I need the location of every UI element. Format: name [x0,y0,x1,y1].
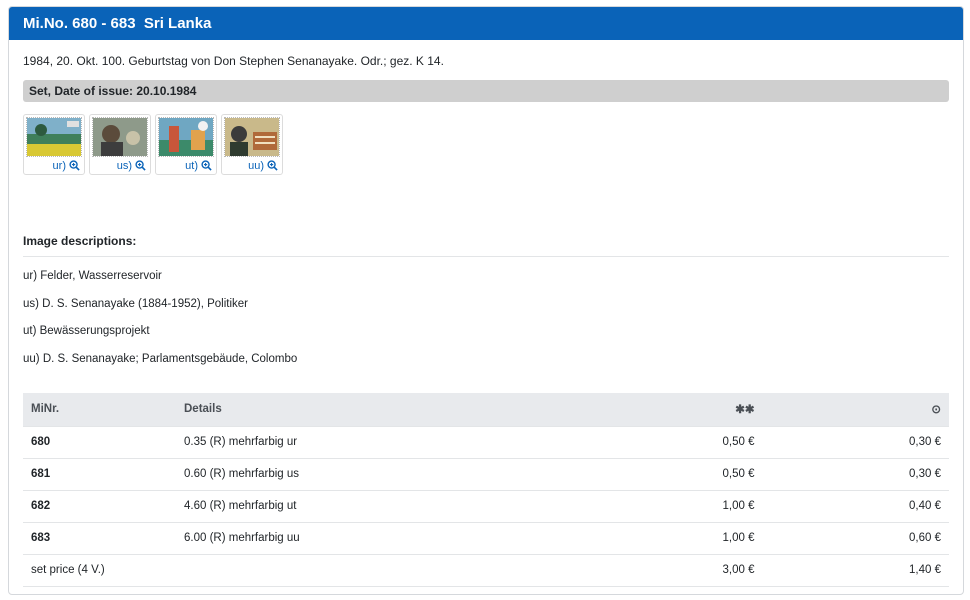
cell-minr: 680 [23,425,176,458]
price-table: MiNr. Details ✱✱ ⊙ 680 0.35 (R) mehrfarb… [23,393,949,587]
cell-details: 0.60 (R) mehrfarbig us [176,457,576,490]
stamp-thumbnail-ut[interactable]: ut) [155,114,217,175]
stamp-thumbnail-uu[interactable]: uu) [221,114,283,175]
image-description-item: ur) Felder, Wasserreservoir [23,270,162,282]
image-description-item: uu) D. S. Senanayake; Parlamentsgebäude,… [23,352,298,365]
divider [23,256,949,257]
thumbnail-label-ur: ur) [52,160,66,172]
header-used-icon: ⊙ [931,404,941,417]
set-price-row: set price (4 V.) 3,00 € 1,40 € [23,553,949,587]
stamp-thumbnail-us[interactable]: us) [89,114,151,175]
cell-minr: 681 [23,457,176,490]
cell-used-price: 0,30 € [762,425,949,458]
set-price-label: set price (4 V.) [23,553,576,587]
stamp-card: Mi.No. 680 - 683 Sri Lanka 1984, 20. Okt… [8,6,964,595]
zoom-in-icon[interactable] [201,160,212,171]
header-minr: MiNr. [31,403,60,416]
cell-mint-price: 1,00 € [576,521,763,554]
cell-details: 6.00 (R) mehrfarbig uu [176,521,576,554]
thumbnail-label-uu: uu) [248,160,264,172]
cell-used-price: 0,30 € [762,457,949,490]
table-row: 681 0.60 (R) mehrfarbig us 0,50 € 0,30 € [23,457,949,490]
image-description-list: ur) Felder, Wasserreservoir us) D. S. Se… [23,270,297,380]
table-row: 683 6.00 (R) mehrfarbig uu 1,00 € 0,60 € [23,521,949,554]
zoom-in-icon[interactable] [267,160,278,171]
cell-minr: 683 [23,521,176,554]
cell-mint-price: 1,00 € [576,489,763,522]
zoom-in-icon[interactable] [69,160,80,171]
stamp-thumbnail-ur[interactable]: ur) [23,114,85,175]
cell-used-price: 0,40 € [762,489,949,522]
cell-details: 0.35 (R) mehrfarbig ur [176,425,576,458]
thumbnail-label-ut: ut) [185,160,198,172]
image-descriptions-title: Image descriptions: [23,234,137,248]
stamp-image-ur [26,117,82,157]
issue-description: 1984, 20. Okt. 100. Geburtstag von Don S… [23,54,444,68]
cell-mint-price: 0,50 € [576,457,763,490]
image-description-item: us) D. S. Senanayake (1884-1952), Politi… [23,297,249,310]
cell-mint-price: 0,50 € [576,425,763,458]
set-date-bar: Set, Date of issue: 20.10.1984 [23,80,949,102]
stamp-image-us [92,117,148,157]
set-price-mint: 3,00 € [576,553,763,587]
stamp-image-ut [158,117,214,157]
set-price-used: 1,40 € [762,553,949,587]
cell-used-price: 0,60 € [762,521,949,554]
header-details: Details [184,403,222,416]
header-mint-icon: ✱✱ [735,404,755,417]
table-header-row: MiNr. Details ✱✱ ⊙ [23,393,949,426]
cell-details: 4.60 (R) mehrfarbig ut [176,489,576,522]
card-title: Mi.No. 680 - 683 Sri Lanka [9,7,963,40]
cell-minr: 682 [23,489,176,522]
stamp-image-uu [224,117,280,157]
table-row: 680 0.35 (R) mehrfarbig ur 0,50 € 0,30 € [23,425,949,458]
table-row: 682 4.60 (R) mehrfarbig ut 1,00 € 0,40 € [23,489,949,522]
zoom-in-icon[interactable] [135,160,146,171]
thumbnail-label-us: us) [116,160,132,172]
image-description-item: ut) Bewässerungsprojekt [23,325,150,337]
stamp-thumbnails: ur) us) ut) uu) [23,114,283,175]
